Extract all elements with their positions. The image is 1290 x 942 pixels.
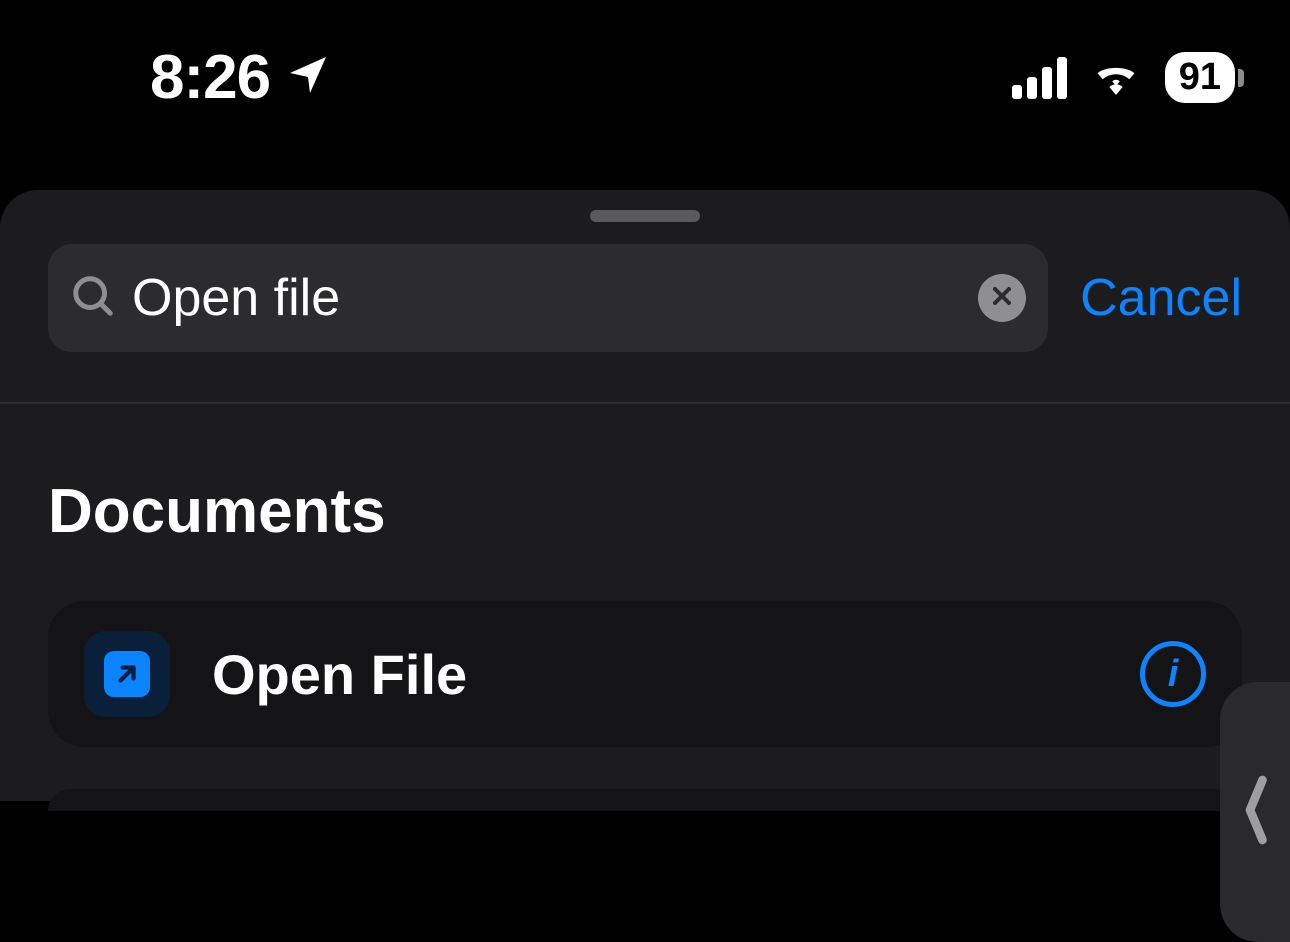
wifi-icon [1089,55,1143,100]
clear-search-button[interactable] [978,274,1026,322]
search-icon [70,273,116,324]
battery-level: 91 [1179,56,1221,98]
status-bar: 8:26 91 [0,0,1290,155]
app-tile-icon [84,631,170,717]
search-field[interactable] [48,244,1048,352]
divider [0,402,1290,404]
status-right: 91 [1012,52,1235,103]
cellular-signal-icon [1012,57,1067,99]
result-item-open-file[interactable]: Open File i [48,601,1242,747]
close-icon [990,284,1014,313]
cancel-button[interactable]: Cancel [1080,268,1242,328]
side-pull-handle[interactable] [1220,682,1290,942]
result-item-peek [48,789,1242,811]
battery-nub-icon [1238,69,1244,87]
location-icon [284,51,332,104]
status-left: 8:26 [150,42,332,113]
chevron-left-icon [1240,770,1270,855]
result-label: Open File [212,642,1098,707]
search-input[interactable] [132,268,962,328]
search-sheet: Cancel Documents Open File i [0,190,1290,801]
arrow-up-right-icon [104,651,150,697]
clock-time: 8:26 [150,42,270,113]
info-button[interactable]: i [1140,641,1206,707]
sheet-grabber[interactable] [590,210,700,222]
battery-indicator: 91 [1165,52,1235,103]
results-content: Documents Open File i [0,476,1290,811]
info-icon: i [1168,653,1179,696]
section-heading-documents: Documents [48,476,1242,547]
